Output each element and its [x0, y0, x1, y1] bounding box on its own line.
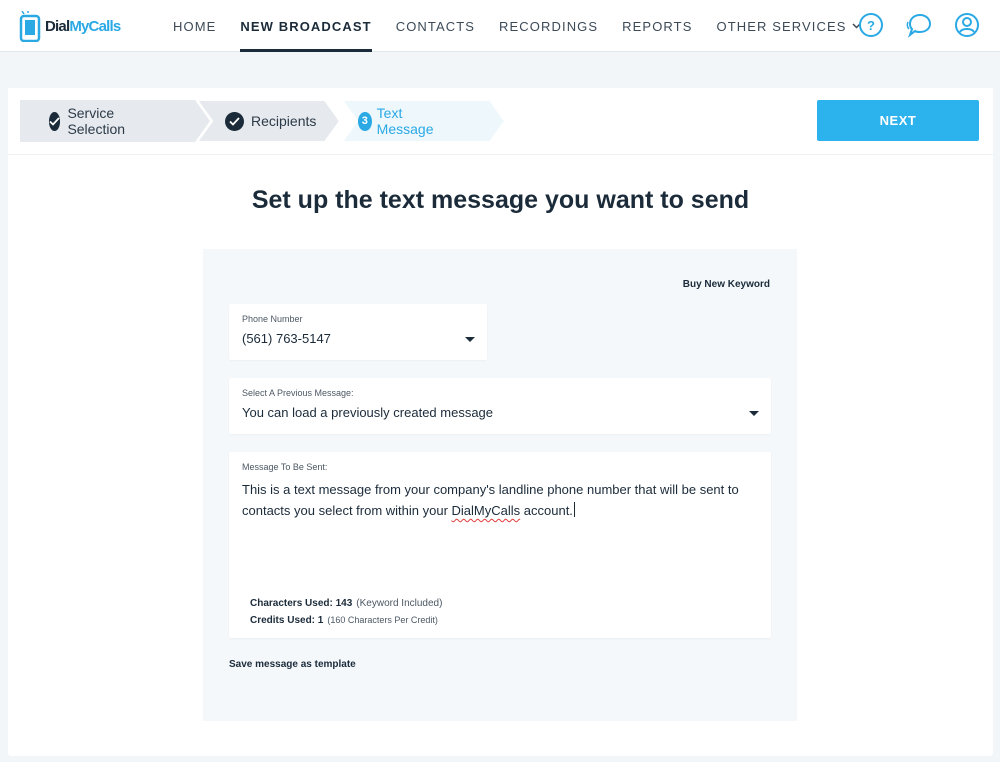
nav-label: OTHER SERVICES	[716, 18, 847, 34]
nav-icon-group: ?	[858, 12, 980, 38]
misspelled-word: DialMyCalls	[451, 503, 521, 518]
page-title: Set up the text message you want to send	[251, 186, 750, 214]
chat-icon[interactable]	[906, 12, 932, 38]
nav-label: RECORDINGS	[499, 18, 599, 34]
svg-text:?: ?	[867, 18, 875, 33]
nav-reports[interactable]: REPORTS	[610, 0, 704, 52]
field-label: Phone Number	[242, 314, 303, 324]
message-stats: Characters Used: 143 (Keyword Included) C…	[250, 596, 442, 629]
step-label: Text Message	[376, 105, 434, 137]
nav-label: HOME	[173, 18, 217, 34]
step-label: Recipients	[251, 113, 317, 129]
field-value: (561) 763-5147	[242, 331, 331, 346]
broadcast-wizard-card: Service Selection Recipients 3 Text Mess…	[8, 88, 993, 756]
message-textarea[interactable]: Message To Be Sent: This is a text messa…	[229, 452, 771, 638]
step-text-message[interactable]: 3 Text Message	[358, 100, 439, 142]
characters-note: (Keyword Included)	[356, 598, 443, 609]
credits-used: Credits Used: 1	[250, 615, 324, 626]
save-as-template-link[interactable]: Save message as template	[229, 659, 356, 670]
field-label: Message To Be Sent:	[242, 462, 328, 472]
logo-wordmark: DialMyCalls	[45, 17, 121, 35]
help-icon[interactable]: ?	[858, 12, 884, 38]
step-service-selection[interactable]: Service Selection	[49, 100, 133, 142]
previous-message-select[interactable]: Select A Previous Message: You can load …	[229, 378, 771, 434]
nav-label: REPORTS	[622, 18, 693, 34]
credits-note: (160 Characters Per Credit)	[327, 615, 438, 625]
field-label: Select A Previous Message:	[242, 388, 354, 398]
step-number-badge: 3	[358, 111, 372, 131]
top-navigation-bar: DialMyCalls HOME NEW BROADCAST CONTACTS …	[0, 0, 1000, 52]
dialmycalls-logo[interactable]: DialMyCalls	[18, 9, 122, 43]
caret-down-icon	[465, 337, 475, 342]
nav-new-broadcast[interactable]: NEW BROADCAST	[228, 0, 383, 52]
wizard-step-bar: Service Selection Recipients 3 Text Mess…	[8, 88, 993, 155]
nav-home[interactable]: HOME	[161, 0, 228, 52]
field-value: You can load a previously created messag…	[242, 405, 494, 420]
message-setup-panel: Buy New Keyword Phone Number (561) 763-5…	[203, 249, 797, 721]
text-cursor	[573, 502, 575, 517]
message-text: This is a text message from your company…	[242, 482, 739, 518]
step-label: Service Selection	[67, 105, 126, 137]
main-nav: HOME NEW BROADCAST CONTACTS RECORDINGS R…	[161, 0, 873, 52]
nav-contacts[interactable]: CONTACTS	[384, 0, 487, 52]
phone-logo-icon	[19, 10, 41, 42]
buy-new-keyword-link[interactable]: Buy New Keyword	[683, 279, 770, 290]
characters-used: Characters Used: 143	[250, 598, 353, 609]
phone-number-select[interactable]: Phone Number (561) 763-5147	[229, 304, 487, 360]
user-account-icon[interactable]	[954, 12, 980, 38]
nav-label: NEW BROADCAST	[240, 18, 372, 34]
check-icon	[225, 111, 244, 131]
nav-label: CONTACTS	[395, 18, 476, 34]
next-button[interactable]: NEXT	[817, 100, 979, 141]
caret-down-icon	[749, 411, 759, 416]
check-icon	[49, 111, 61, 131]
nav-other-services[interactable]: OTHER SERVICES	[704, 0, 872, 52]
step-recipients[interactable]: Recipients	[225, 100, 316, 142]
nav-recordings[interactable]: RECORDINGS	[487, 0, 610, 52]
